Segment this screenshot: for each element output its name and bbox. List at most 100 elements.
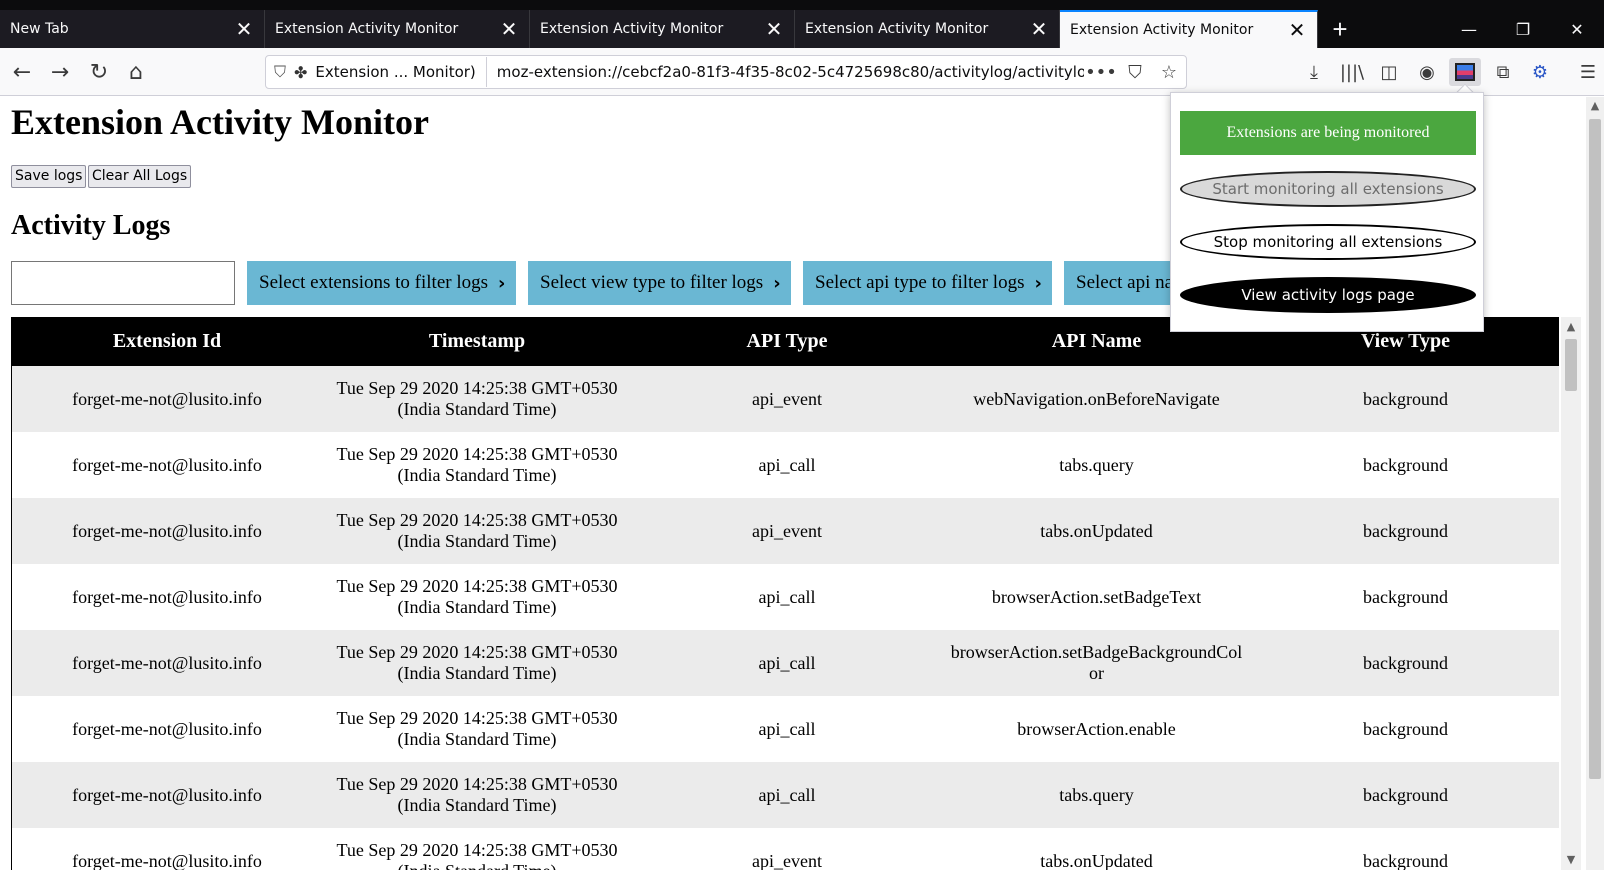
restore-icon[interactable]: ❐ bbox=[1496, 10, 1550, 48]
screenshot-icon[interactable]: ⧉ bbox=[1487, 58, 1519, 86]
cell-api-name: tabs.query bbox=[942, 762, 1251, 828]
tab-label: Extension Activity Monitor bbox=[540, 21, 724, 37]
cell-api-type: api_event bbox=[632, 498, 942, 564]
cell-timestamp: Tue Sep 29 2020 14:25:38 GMT+0530 (India… bbox=[322, 564, 632, 630]
cell-api-type: api_call bbox=[632, 630, 942, 696]
forward-icon[interactable]: → bbox=[45, 57, 75, 87]
filter-api-type-button[interactable]: Select api type to filter logs › bbox=[803, 261, 1052, 305]
cell-timestamp: Tue Sep 29 2020 14:25:38 GMT+0530 (India… bbox=[322, 498, 632, 564]
url-text[interactable]: moz-extension://cebcf2a0-81f3-4f35-8c02-… bbox=[487, 63, 1084, 81]
hamburger-menu-icon[interactable]: ☰ bbox=[1572, 58, 1604, 86]
settings-gear-icon[interactable]: ⚙ bbox=[1524, 58, 1556, 86]
cell-extension-id: forget-me-not@lusito.info bbox=[12, 564, 322, 630]
title-strip bbox=[0, 0, 1604, 10]
cell-timestamp: Tue Sep 29 2020 14:25:38 GMT+0530 (India… bbox=[322, 696, 632, 762]
table-scrollbar[interactable]: ▲ ▼ bbox=[1561, 317, 1581, 870]
cell-api-name: tabs.onUpdated bbox=[942, 828, 1251, 870]
cell-api-name: browserAction.setBadgeText bbox=[942, 564, 1251, 630]
back-icon[interactable]: ← bbox=[7, 57, 37, 87]
cell-api-name: browserAction.enable bbox=[942, 696, 1251, 762]
more-actions-icon[interactable]: ••• bbox=[1084, 62, 1118, 83]
cell-api-type: api_call bbox=[632, 762, 942, 828]
address-bar[interactable]: ⛉ ✤ Extension ... Monitor) moz-extension… bbox=[265, 55, 1187, 89]
tab-label: Extension Activity Monitor bbox=[275, 21, 459, 37]
table-row: forget-me-not@lusito.info Tue Sep 29 202… bbox=[12, 762, 1559, 828]
close-icon[interactable]: ✕ bbox=[1287, 20, 1307, 40]
search-input[interactable] bbox=[11, 261, 235, 305]
scroll-up-arrow-icon[interactable]: ▲ bbox=[1586, 97, 1604, 115]
filter-api-name-button[interactable]: Select api na bbox=[1064, 261, 1174, 305]
cell-view-type: background bbox=[1251, 432, 1559, 498]
cell-timestamp: Tue Sep 29 2020 14:25:38 GMT+0530 (India… bbox=[322, 828, 632, 870]
close-icon[interactable]: ✕ bbox=[234, 19, 254, 39]
cell-view-type: background bbox=[1251, 696, 1559, 762]
bookmark-star-icon[interactable]: ☆ bbox=[1152, 62, 1186, 83]
view-activity-logs-button[interactable]: View activity logs page bbox=[1180, 277, 1476, 313]
cell-view-type: background bbox=[1251, 564, 1559, 630]
download-icon[interactable]: ⤓ bbox=[1298, 58, 1330, 86]
cell-api-name: webNavigation.onBeforeNavigate bbox=[942, 366, 1251, 432]
cell-extension-id: forget-me-not@lusito.info bbox=[12, 498, 322, 564]
start-monitoring-button[interactable]: Start monitoring all extensions bbox=[1180, 171, 1476, 207]
table-row: forget-me-not@lusito.info Tue Sep 29 202… bbox=[12, 630, 1559, 696]
tab-extension-activity-monitor[interactable]: Extension Activity Monitor ✕ bbox=[530, 10, 795, 48]
site-identity[interactable]: ⛉ ✤ Extension ... Monitor) bbox=[266, 57, 487, 87]
table-row: forget-me-not@lusito.info Tue Sep 29 202… bbox=[12, 366, 1559, 432]
cell-timestamp: Tue Sep 29 2020 14:25:38 GMT+0530 (India… bbox=[322, 762, 632, 828]
scroll-up-arrow-icon[interactable]: ▲ bbox=[1561, 317, 1581, 337]
reload-icon[interactable]: ↻ bbox=[84, 57, 114, 87]
cell-api-name: tabs.onUpdated bbox=[942, 498, 1251, 564]
clear-all-logs-button[interactable]: Clear All Logs bbox=[88, 165, 192, 188]
sidebar-icon[interactable]: ◫ bbox=[1373, 58, 1405, 86]
activity-log-table: Extension Id Timestamp API Type API Name… bbox=[12, 317, 1559, 870]
shield-icon[interactable]: ⛉ bbox=[274, 62, 286, 82]
save-logs-button[interactable]: Save logs bbox=[11, 165, 87, 188]
tab-strip: New Tab ✕ Extension Activity Monitor ✕ E… bbox=[0, 10, 1604, 48]
account-icon[interactable]: ◉ bbox=[1411, 58, 1443, 86]
filter-view-type-button[interactable]: Select view type to filter logs › bbox=[528, 261, 791, 305]
cell-extension-id: forget-me-not@lusito.info bbox=[12, 828, 322, 870]
extension-monitor-icon[interactable] bbox=[1449, 58, 1481, 86]
scrollbar-thumb[interactable] bbox=[1589, 119, 1601, 779]
cell-extension-id: forget-me-not@lusito.info bbox=[12, 366, 322, 432]
filter-label: Select api type to filter logs bbox=[815, 272, 1025, 293]
table-row: forget-me-not@lusito.info Tue Sep 29 202… bbox=[12, 696, 1559, 762]
cell-extension-id: forget-me-not@lusito.info bbox=[12, 762, 322, 828]
filter-label: Select api na bbox=[1076, 272, 1174, 293]
cell-view-type: background bbox=[1251, 828, 1559, 870]
tab-extension-activity-monitor[interactable]: Extension Activity Monitor ✕ bbox=[265, 10, 530, 48]
tab-extension-activity-monitor-active[interactable]: Extension Activity Monitor ✕ bbox=[1060, 10, 1318, 48]
library-icon[interactable]: |||\ bbox=[1336, 58, 1368, 86]
monitor-logo-icon bbox=[1455, 63, 1475, 81]
window-close-icon[interactable]: ✕ bbox=[1550, 10, 1604, 48]
column-header-extension-id: Extension Id bbox=[12, 317, 322, 366]
cell-timestamp: Tue Sep 29 2020 14:25:38 GMT+0530 (India… bbox=[322, 366, 632, 432]
table-row: forget-me-not@lusito.info Tue Sep 29 202… bbox=[12, 828, 1559, 870]
page-scrollbar[interactable]: ▲ bbox=[1586, 97, 1604, 870]
cell-api-type: api_call bbox=[632, 564, 942, 630]
identity-label: Extension ... Monitor) bbox=[315, 63, 476, 81]
extension-popup: Extensions are being monitored Start mon… bbox=[1170, 92, 1484, 332]
cell-view-type: background bbox=[1251, 762, 1559, 828]
stop-monitoring-button[interactable]: Stop monitoring all extensions bbox=[1180, 224, 1476, 260]
close-icon[interactable]: ✕ bbox=[1029, 19, 1049, 39]
new-tab-button[interactable]: + bbox=[1318, 10, 1362, 48]
cell-view-type: background bbox=[1251, 366, 1559, 432]
activity-log-table-container[interactable]: Extension Id Timestamp API Type API Name… bbox=[11, 317, 1559, 870]
cell-extension-id: forget-me-not@lusito.info bbox=[12, 432, 322, 498]
filter-extensions-button[interactable]: Select extensions to filter logs › bbox=[247, 261, 516, 305]
close-icon[interactable]: ✕ bbox=[764, 19, 784, 39]
scroll-down-arrow-icon[interactable]: ▼ bbox=[1561, 850, 1581, 870]
cell-view-type: background bbox=[1251, 630, 1559, 696]
scrollbar-thumb[interactable] bbox=[1565, 339, 1577, 391]
home-icon[interactable]: ⌂ bbox=[121, 57, 151, 87]
chevron-right-icon: › bbox=[1034, 272, 1042, 294]
tab-new-tab[interactable]: New Tab ✕ bbox=[0, 10, 265, 48]
pocket-icon[interactable]: ⛉ bbox=[1118, 62, 1152, 83]
close-icon[interactable]: ✕ bbox=[499, 19, 519, 39]
tab-extension-activity-monitor[interactable]: Extension Activity Monitor ✕ bbox=[795, 10, 1060, 48]
page-title: Extension Activity Monitor bbox=[11, 102, 429, 142]
minimize-icon[interactable]: — bbox=[1442, 10, 1496, 48]
tab-label: New Tab bbox=[10, 21, 69, 37]
cell-api-type: api_event bbox=[632, 828, 942, 870]
